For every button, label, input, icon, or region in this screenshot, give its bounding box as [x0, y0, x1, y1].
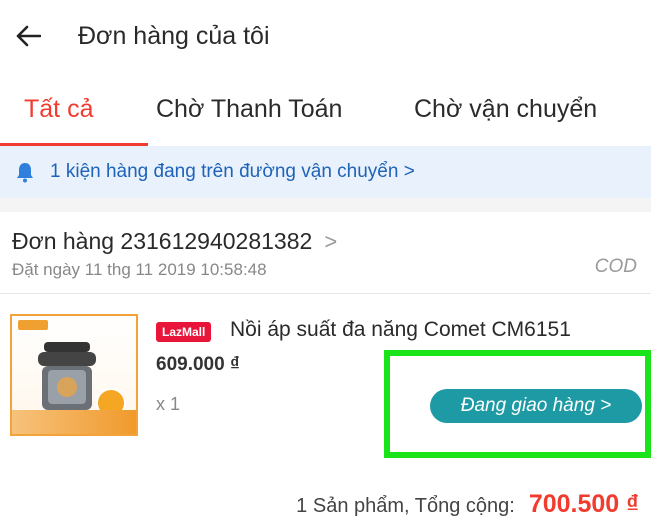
order-tabs: Tất cả Chờ Thanh Toán Chờ vận chuyển	[0, 72, 651, 146]
chevron-right-icon: >	[324, 228, 338, 254]
shipping-notice-banner[interactable]: 1 kiện hàng đang trên đường vận chuyển >	[0, 146, 651, 198]
app-header: Đơn hàng của tôi	[0, 0, 651, 72]
total-label: 1 Sản phẩm, Tổng cộng:	[296, 495, 515, 517]
bell-icon	[14, 161, 36, 183]
order-total: 1 Sản phẩm, Tổng cộng: 700.500 ₫	[296, 490, 639, 519]
section-divider	[0, 198, 651, 212]
order-id: Đơn hàng 231612940281382	[12, 228, 313, 254]
banner-decoration	[12, 410, 136, 434]
tab-pending-shipping[interactable]: Chờ vận chuyển	[414, 72, 597, 146]
tab-pending-payment[interactable]: Chờ Thanh Toán	[156, 72, 342, 146]
product-name[interactable]: Nồi áp suất đa năng Comet CM6151	[230, 318, 571, 342]
tab-pending-shipping-label: Chờ vận chuyển	[414, 94, 598, 123]
lazmall-badge: LazMall	[156, 322, 212, 342]
order-date: Đặt ngày 11 thg 11 2019 10:58:48	[12, 260, 267, 279]
arrow-left-icon[interactable]	[14, 22, 42, 50]
shipping-notice-text: 1 kiện hàng đang trên đường vận chuyển >	[50, 161, 415, 182]
tab-all-label: Tất cả	[24, 94, 94, 123]
product-quantity: x 1	[156, 394, 181, 414]
order-id-link[interactable]: Đơn hàng 231612940281382 >	[12, 228, 337, 255]
payment-method: COD	[594, 256, 637, 277]
total-value: 700.500 ₫	[528, 490, 639, 518]
tab-all[interactable]: Tất cả	[0, 72, 148, 146]
order-header: Đơn hàng 231612940281382 > Đặt ngày 11 t…	[0, 212, 651, 294]
pressure-cooker-image	[38, 342, 96, 416]
page-title: Đơn hàng của tôi	[78, 21, 270, 50]
product-price: 609.000 ₫	[156, 354, 240, 375]
tab-pending-payment-label: Chờ Thanh Toán	[156, 94, 343, 123]
product-thumbnail[interactable]	[10, 314, 138, 436]
brand-logo	[18, 320, 48, 330]
shipping-status-button[interactable]: Đang giao hàng >	[430, 389, 642, 423]
